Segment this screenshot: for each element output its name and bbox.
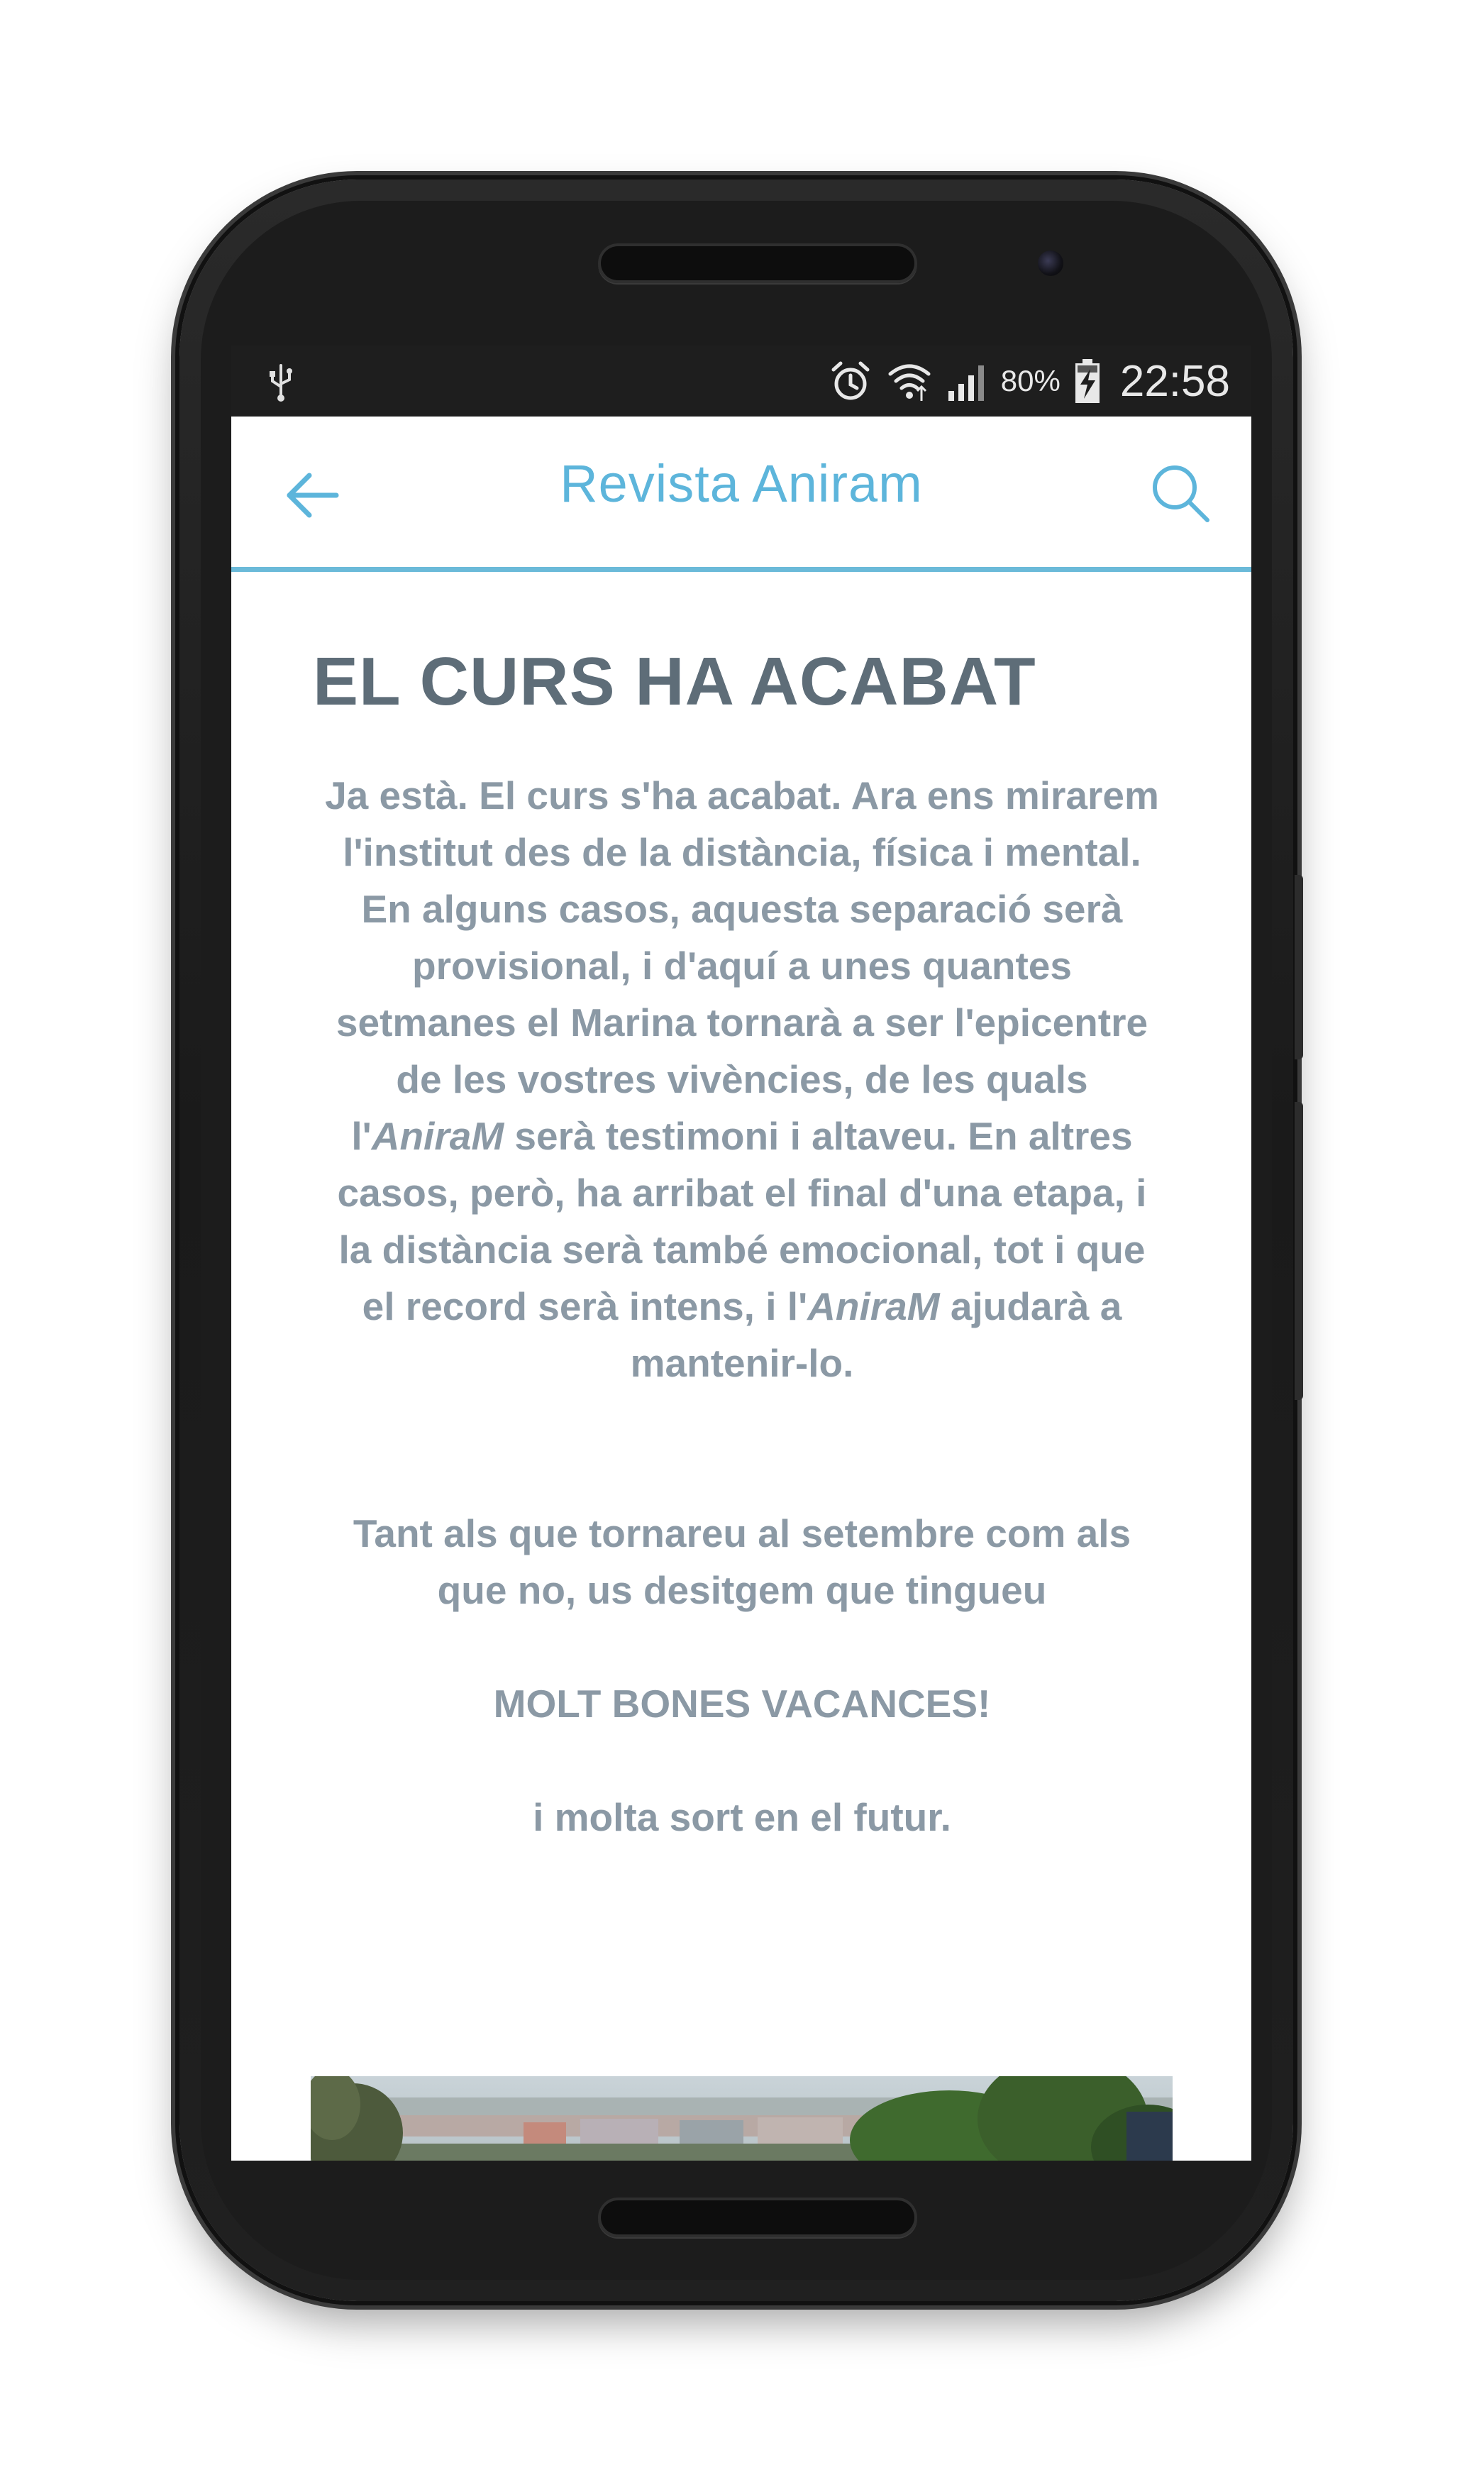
article-body: Ja està. El curs s'ha acabat. Ara ens mi… <box>320 767 1164 1846</box>
wifi-icon <box>886 358 933 404</box>
screen: 80% 22:58 Revista Aniram EL CURS HA ACAB… <box>231 346 1251 2161</box>
status-bar: 80% 22:58 <box>231 346 1251 417</box>
usb-icon <box>260 360 302 402</box>
back-arrow-icon <box>281 473 345 530</box>
article-paragraph-4: i molta sort en el futur. <box>533 1795 951 1839</box>
paragraph-text: Ja està. El curs s'ha acabat. Ara ens mi… <box>325 773 1159 1158</box>
magazine-name-italic: AniraM <box>371 1114 504 1158</box>
search-button[interactable] <box>1145 458 1216 529</box>
top-speaker-grille <box>598 243 917 283</box>
article-paragraph-3: MOLT BONES VACANCES! <box>493 1682 991 1726</box>
article-content[interactable]: EL CURS HA ACABAT Ja està. El curs s'ha … <box>231 572 1251 2161</box>
battery-percent: 80% <box>1000 364 1061 397</box>
article-title: EL CURS HA ACABAT <box>313 644 1036 720</box>
front-camera <box>1038 250 1063 276</box>
power-button[interactable] <box>1295 1102 1303 1400</box>
volume-button[interactable] <box>1295 875 1303 1059</box>
article-paragraph-1: Ja està. El curs s'ha acabat. Ara ens mi… <box>320 767 1164 1391</box>
bottom-speaker-grille <box>598 2198 917 2237</box>
app-title: Revista Aniram <box>560 454 923 513</box>
magazine-name-italic: AniraM <box>807 1284 940 1328</box>
search-icon <box>1145 465 1216 531</box>
alarm-clock-icon <box>828 358 873 404</box>
cell-signal-icon <box>946 360 988 402</box>
app-bar: Revista Aniram <box>231 417 1251 572</box>
article-paragraph-2: Tant als que tornareu al setembre com al… <box>353 1511 1131 1612</box>
status-icons: 80% 22:58 <box>828 346 1230 417</box>
clock: 22:58 <box>1119 356 1230 406</box>
battery-charging-icon <box>1073 358 1102 404</box>
article-photo <box>311 2076 1173 2161</box>
